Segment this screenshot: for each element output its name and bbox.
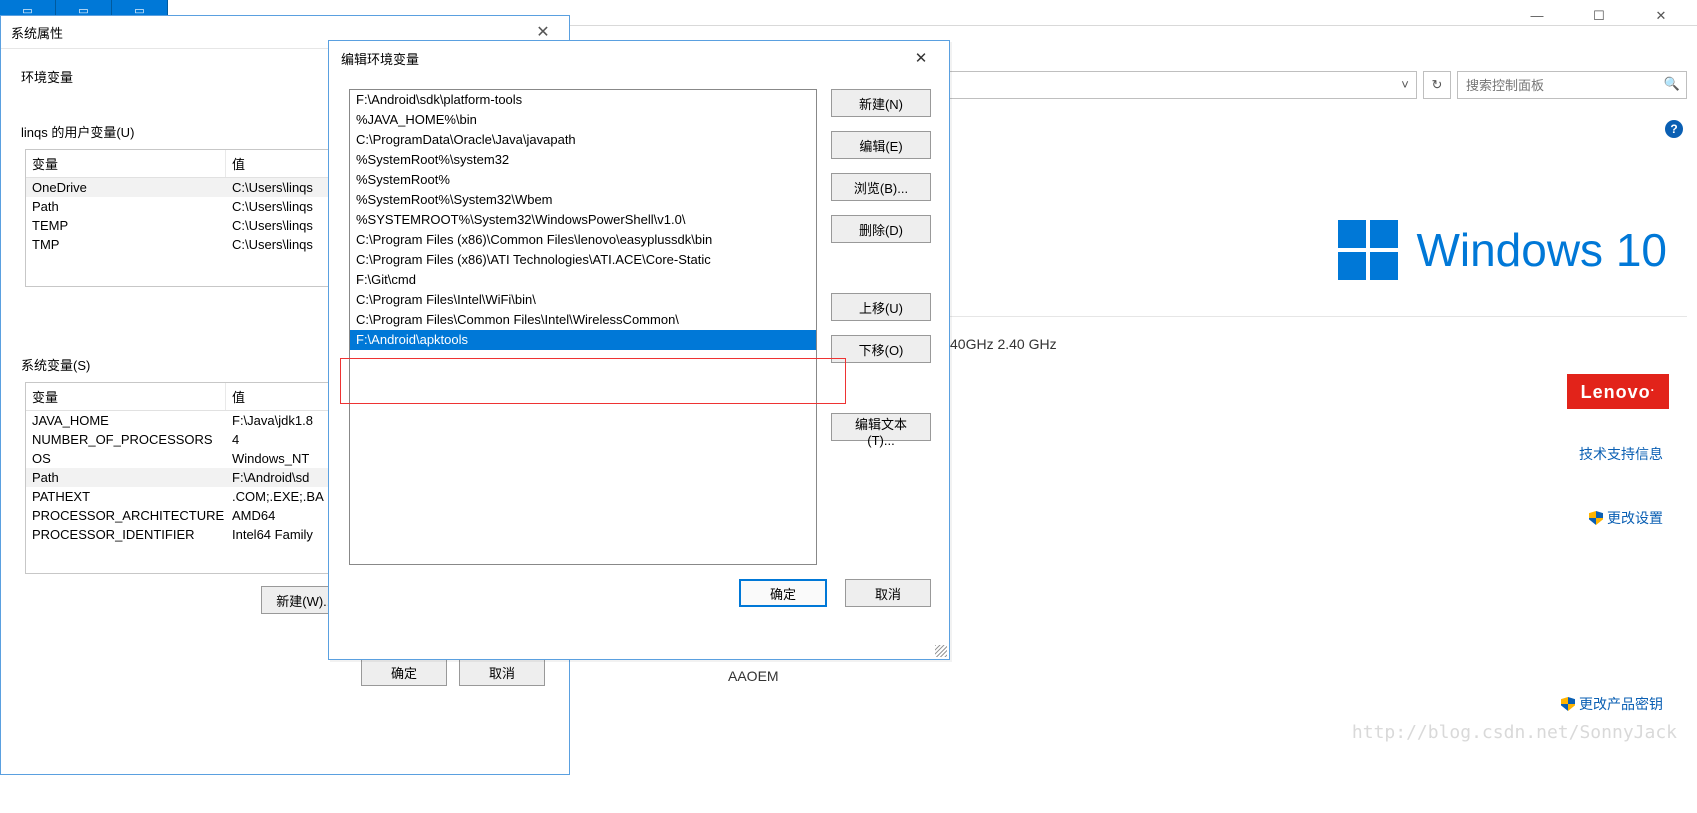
search-icon[interactable]: 🔍 — [1664, 76, 1680, 92]
list-item[interactable]: C:\ProgramData\Oracle\Java\javapath — [350, 130, 816, 150]
list-item[interactable]: C:\Program Files (x86)\Common Files\leno… — [350, 230, 816, 250]
edit-button[interactable]: 编辑(E) — [831, 131, 931, 159]
oem-text: AAOEM — [728, 668, 779, 684]
var-name: Path — [26, 468, 226, 487]
path-list[interactable]: F:\Android\sdk\platform-tools%JAVA_HOME%… — [349, 89, 817, 565]
delete-button[interactable]: 删除(D) — [831, 215, 931, 243]
close-button[interactable]: ✕ — [1643, 8, 1679, 24]
help-icon[interactable]: ? — [1665, 120, 1683, 138]
var-name: TEMP — [26, 216, 226, 235]
edit-env-var-dialog: 编辑环境变量 ✕ F:\Android\sdk\platform-tools%J… — [328, 40, 950, 660]
var-name: PROCESSOR_ARCHITECTURE — [26, 506, 226, 525]
edit-text-button[interactable]: 编辑文本(T)... — [831, 413, 931, 441]
shield-icon — [1561, 697, 1575, 711]
ok-button[interactable]: 确定 — [739, 579, 827, 607]
search-box[interactable]: 🔍 — [1457, 71, 1687, 99]
var-value: Intel64 Family — [226, 525, 319, 544]
var-name: NUMBER_OF_PROCESSORS — [26, 430, 226, 449]
dialog-title: 编辑环境变量 — [341, 49, 419, 68]
windows10-logo: Windows 10 — [1338, 220, 1667, 280]
close-icon[interactable]: ✕ — [523, 22, 563, 42]
browse-button[interactable]: 浏览(B)... — [831, 173, 931, 201]
var-value: .COM;.EXE;.BA — [226, 487, 330, 506]
var-name: PATHEXT — [26, 487, 226, 506]
list-item[interactable]: %SystemRoot% — [350, 170, 816, 190]
var-value: C:\Users\linqs — [226, 178, 319, 197]
var-value: F:\Java\jdk1.8 — [226, 411, 319, 430]
var-value: C:\Users\linqs — [226, 197, 319, 216]
move-down-button[interactable]: 下移(O) — [831, 335, 931, 363]
cancel-button[interactable]: 取消 — [459, 658, 545, 686]
list-item[interactable]: C:\Program Files (x86)\ATI Technologies\… — [350, 250, 816, 270]
var-name: Path — [26, 197, 226, 216]
windows-icon — [1338, 220, 1398, 280]
cpu-speed: 40GHz 2.40 GHz — [950, 336, 1057, 352]
var-name: OS — [26, 449, 226, 468]
list-item[interactable]: F:\Android\sdk\platform-tools — [350, 90, 816, 110]
lenovo-logo: Lenovo. — [1567, 374, 1669, 409]
change-product-key-link[interactable]: 更改产品密钥 — [1561, 694, 1663, 714]
var-value: F:\Android\sd — [226, 468, 315, 487]
maximize-button[interactable]: ☐ — [1581, 8, 1617, 24]
minimize-button[interactable]: — — [1519, 8, 1555, 24]
var-name: PROCESSOR_IDENTIFIER — [26, 525, 226, 544]
tech-support-link[interactable]: 技术支持信息 — [1579, 444, 1663, 464]
var-name: JAVA_HOME — [26, 411, 226, 430]
col-val: 值 — [226, 150, 251, 177]
dialog-title: 系统属性 — [11, 23, 63, 42]
list-item[interactable]: %SystemRoot%\System32\Wbem — [350, 190, 816, 210]
chevron-down-icon[interactable]: ˅ — [1394, 72, 1416, 98]
var-value: C:\Users\linqs — [226, 235, 319, 254]
list-item[interactable]: %SYSTEMROOT%\System32\WindowsPowerShell\… — [350, 210, 816, 230]
ok-button[interactable]: 确定 — [361, 658, 447, 686]
shield-icon — [1589, 511, 1603, 525]
var-name: OneDrive — [26, 178, 226, 197]
cancel-button[interactable]: 取消 — [845, 579, 931, 607]
list-item[interactable]: F:\Git\cmd — [350, 270, 816, 290]
close-icon[interactable]: ✕ — [901, 49, 941, 67]
move-up-button[interactable]: 上移(U) — [831, 293, 931, 321]
new-button[interactable]: 新建(N) — [831, 89, 931, 117]
refresh-button[interactable]: ↻ — [1423, 71, 1451, 99]
col-var: 变量 — [26, 150, 226, 177]
resize-grip[interactable] — [935, 645, 947, 657]
var-value: C:\Users\linqs — [226, 216, 319, 235]
search-input[interactable] — [1458, 72, 1686, 98]
col-var: 变量 — [26, 383, 226, 410]
list-item[interactable]: F:\Android\apktools — [350, 330, 816, 350]
list-item[interactable]: C:\Program Files\Common Files\Intel\Wire… — [350, 310, 816, 330]
list-item[interactable]: %JAVA_HOME%\bin — [350, 110, 816, 130]
list-item[interactable]: %SystemRoot%\system32 — [350, 150, 816, 170]
var-name: TMP — [26, 235, 226, 254]
var-value: 4 — [226, 430, 245, 449]
watermark: http://blog.csdn.net/SonnyJack — [1352, 722, 1677, 743]
col-val: 值 — [226, 383, 251, 410]
change-settings-link[interactable]: 更改设置 — [1589, 508, 1663, 528]
list-item[interactable]: C:\Program Files\Intel\WiFi\bin\ — [350, 290, 816, 310]
var-value: Windows_NT — [226, 449, 315, 468]
windows10-text: Windows 10 — [1416, 223, 1667, 277]
var-value: AMD64 — [226, 506, 281, 525]
